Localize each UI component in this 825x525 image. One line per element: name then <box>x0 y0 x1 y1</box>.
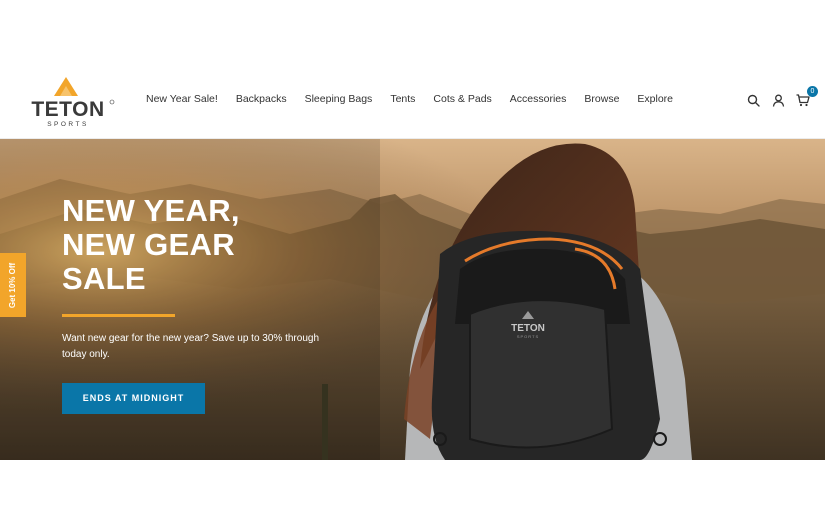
nav-sleeping-bags[interactable]: Sleeping Bags <box>305 93 373 105</box>
side-tab-label: Get 10% Off <box>8 262 18 308</box>
nav-accessories[interactable]: Accessories <box>510 93 567 105</box>
backpack-logo-text: TETON <box>511 323 545 334</box>
user-icon[interactable] <box>770 92 786 108</box>
logo-graphic: TETON SPORTS <box>31 77 115 128</box>
header-icons: 0 <box>736 86 818 108</box>
backpack-logo-sub: SPORTS <box>517 334 539 339</box>
cart-count-badge: 0 <box>807 86 818 97</box>
nav-explore[interactable]: Explore <box>637 93 673 105</box>
hero-divider <box>62 314 175 317</box>
hero-title: NEW YEAR, NEW GEAR SALE <box>62 194 342 296</box>
hero-description: Want new gear for the new year? Save up … <box>62 333 320 360</box>
hero-banner: TETON SPORTS NEW YEAR, NEW GEAR SALE Wan… <box>0 139 825 460</box>
site-header: TETON SPORTS New Year Sale! Backpacks Sl… <box>0 62 825 139</box>
nav-new-year-sale[interactable]: New Year Sale! <box>146 93 218 105</box>
logo-wordmark: TETON <box>31 98 104 121</box>
teton-sports-logo[interactable]: TETON SPORTS <box>20 74 116 130</box>
nav-browse[interactable]: Browse <box>584 93 619 105</box>
hero-title-line-1: NEW YEAR, <box>62 193 240 228</box>
page: TETON SPORTS New Year Sale! Backpacks Sl… <box>0 0 825 525</box>
get-10-off-tab[interactable]: Get 10% Off <box>0 253 26 317</box>
nav-cots-pads[interactable]: Cots & Pads <box>433 93 491 105</box>
cart-icon[interactable]: 0 <box>795 86 818 108</box>
search-icon[interactable] <box>745 92 761 108</box>
nav-backpacks[interactable]: Backpacks <box>236 93 287 105</box>
logo-tagline: SPORTS <box>47 121 89 128</box>
nav-tents[interactable]: Tents <box>390 93 415 105</box>
hero-title-line-2: NEW GEAR <box>62 227 235 262</box>
ends-at-midnight-button[interactable]: ENDS AT MIDNIGHT <box>62 383 205 414</box>
hero-title-line-3: SALE <box>62 261 146 296</box>
main-nav: New Year Sale! Backpacks Sleeping Bags T… <box>146 93 691 105</box>
